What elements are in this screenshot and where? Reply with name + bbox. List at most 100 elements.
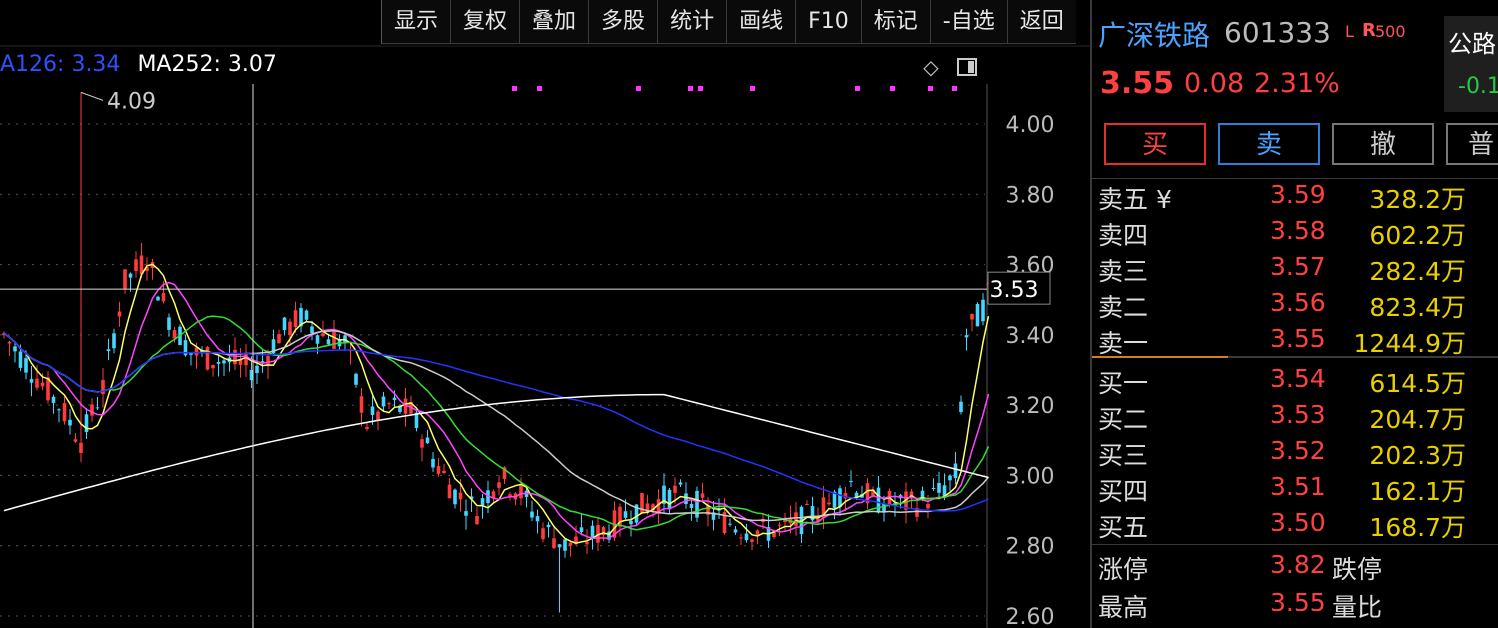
asks-row[interactable]: 卖一 3.55 1244.9万 (1092, 322, 1498, 358)
candle-body (541, 528, 545, 540)
asks-label: 卖四 (1098, 221, 1149, 250)
asks-row[interactable]: 卖三 3.57 282.4万 (1092, 250, 1498, 286)
candle-body (519, 484, 523, 499)
candle-body (508, 494, 512, 496)
candle-body (975, 303, 980, 327)
candle-body (95, 407, 100, 409)
candle-body (425, 437, 430, 444)
candle-body (18, 351, 23, 368)
cancel-order-button[interactable]: 撤 (1332, 123, 1434, 165)
signal-marker (890, 86, 895, 91)
toolbar-button-8[interactable]: -自选 (929, 0, 1007, 44)
candle-body (579, 527, 584, 533)
toolbar-button-9[interactable]: 返回 (1006, 0, 1076, 44)
candle-body (277, 334, 281, 344)
asks-label: 卖一 (1098, 329, 1149, 358)
toolbar-button-3[interactable]: 多股 (588, 0, 658, 44)
asks-volume: 1244.9万 (1353, 329, 1466, 358)
candle-body (948, 475, 952, 481)
candle-body (194, 347, 199, 356)
candle-body (134, 259, 138, 272)
candle-body (304, 310, 309, 320)
kline-chart-area[interactable]: 4.00 3.80 3.60 3.40 3.20 3.00 2.80 2.60 3.53 4.09… (0, 0, 1090, 628)
candle-body (167, 317, 171, 330)
day-high-label: 最高 (1098, 593, 1149, 622)
candle-body (442, 470, 446, 473)
candle-body (7, 341, 12, 344)
candle-body (733, 529, 738, 533)
candle-body (128, 273, 133, 278)
candle-body (79, 442, 83, 454)
toolbar-button-4[interactable]: 统计 (657, 0, 727, 44)
candle-body (546, 524, 551, 528)
bids-row[interactable]: 买四 3.51 162.1万 (1092, 470, 1498, 506)
panel-toggle-icon[interactable] (956, 56, 978, 78)
margin-badge-l: L (1345, 22, 1354, 41)
asks-price: 3.56 (1270, 288, 1326, 317)
price-tick-label: 4.00 (1006, 113, 1055, 138)
candle-body (700, 493, 705, 498)
candle-body (475, 515, 479, 525)
signal-marker (688, 86, 693, 91)
candle-body (359, 396, 364, 413)
sell-button[interactable]: 卖 (1218, 123, 1320, 165)
candle-body (739, 537, 743, 539)
candle-body (959, 401, 963, 413)
bids-row[interactable]: 买三 3.52 202.3万 (1092, 434, 1498, 470)
normal-order-button[interactable]: 普 (1446, 123, 1498, 165)
candle-body (838, 488, 842, 507)
candle-body (431, 458, 435, 468)
candle-body (315, 335, 320, 344)
stock-name[interactable]: 广深铁路 (1098, 14, 1210, 54)
limit-up-value: 3.82 (1270, 550, 1326, 579)
candle-body (673, 485, 677, 493)
candle-body (953, 463, 958, 479)
bids-label: 买四 (1098, 477, 1149, 506)
candle-body (13, 346, 17, 352)
sector-index-name: 公路 (1448, 30, 1496, 58)
candle-body (321, 333, 325, 337)
candle-body (585, 541, 589, 545)
candle-body (458, 492, 463, 500)
bids-row[interactable]: 买二 3.53 204.7万 (1092, 398, 1498, 434)
asks-volume: 328.2万 (1369, 185, 1466, 214)
toolbar-button-6[interactable]: F10 (795, 0, 861, 44)
ma126-line (3, 332, 989, 512)
toolbar-button-5[interactable]: 画线 (726, 0, 796, 44)
asks-price: 3.59 (1270, 180, 1326, 209)
asks-price: 3.57 (1270, 252, 1326, 281)
bids-row[interactable]: 买一 3.54 614.5万 (1092, 362, 1498, 398)
sector-index-box[interactable]: 公路 -0.1 (1444, 16, 1498, 112)
candle-body (436, 466, 441, 474)
toolbar-button-7[interactable]: 标记 (860, 0, 930, 44)
price-change-pct: 2.31% (1254, 68, 1340, 99)
asks-label: 卖二 (1098, 293, 1149, 322)
toolbar-button-1[interactable]: 复权 (450, 0, 520, 44)
candle-body (255, 365, 259, 374)
candle-body (629, 520, 633, 525)
current-price: 3.55 (1100, 66, 1175, 101)
candle-body (530, 511, 534, 518)
asks-row[interactable]: 卖五 ¥ 3.59 328.2万 (1092, 178, 1498, 214)
candle-body (728, 523, 732, 525)
signal-marker (537, 86, 542, 91)
toolbar-button-0[interactable]: 显示 (381, 0, 451, 44)
price-change: 0.08 (1184, 68, 1245, 99)
chart-toolbar: 显示 复权 叠加 多股 统计 画线 F10 标记 -自选 返回 (381, 0, 1076, 46)
candle-body (387, 403, 391, 405)
candle-body (73, 439, 78, 442)
bids-price: 3.51 (1270, 472, 1326, 501)
asks-row[interactable]: 卖二 3.56 823.4万 (1092, 286, 1498, 322)
buy-button[interactable]: 买 (1104, 123, 1206, 165)
candle-body (750, 539, 754, 542)
bids-row[interactable]: 买五 3.50 168.7万 (1092, 506, 1498, 542)
candle-body (667, 489, 672, 510)
kline-chart[interactable]: 4.003.803.603.403.203.002.802.603.534.09 (0, 0, 1090, 628)
diamond-icon[interactable]: ◇ (920, 56, 942, 78)
candle-body (447, 484, 452, 499)
toolbar-button-2[interactable]: 叠加 (519, 0, 589, 44)
signal-marker (952, 86, 957, 91)
asks-row[interactable]: 卖四 3.58 602.2万 (1092, 214, 1498, 250)
divider-accent (1092, 356, 1228, 358)
candle-body (557, 544, 562, 548)
